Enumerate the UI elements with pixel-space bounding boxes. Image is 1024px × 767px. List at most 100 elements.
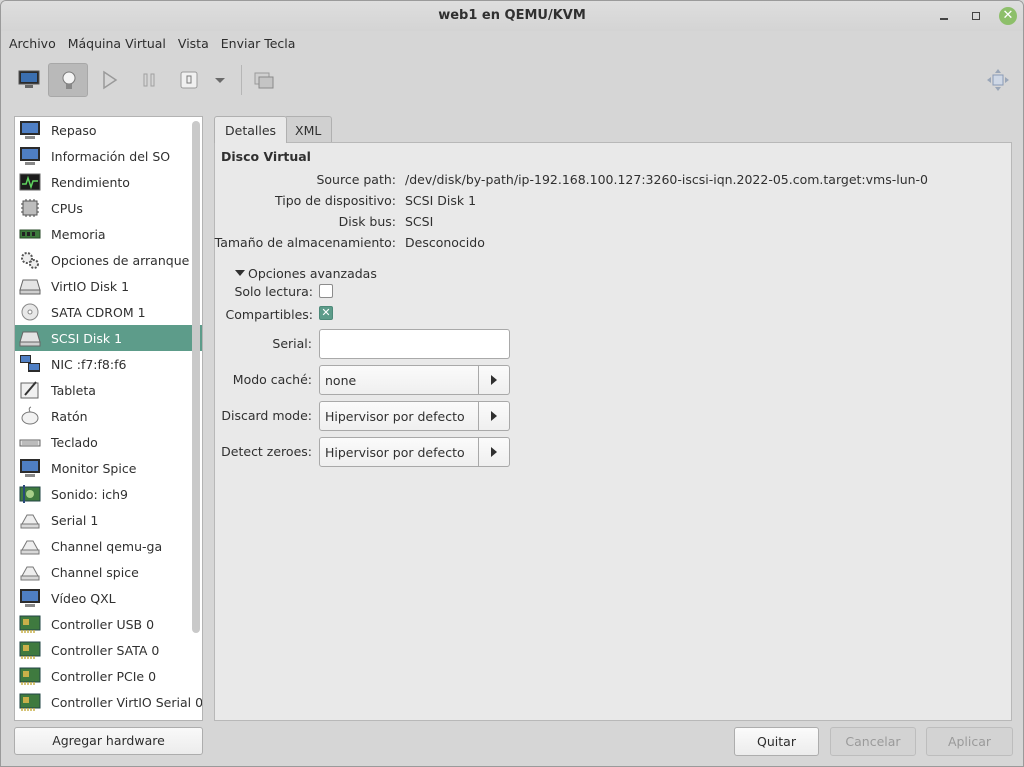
list-item-label: SCSI Disk 1 bbox=[51, 330, 123, 346]
minimize-button[interactable] bbox=[935, 7, 953, 25]
list-item-repaso[interactable]: Repaso bbox=[15, 117, 202, 143]
list-item-channel-qemu-ga[interactable]: Channel qemu-ga bbox=[15, 533, 202, 559]
monitor-icon bbox=[19, 458, 41, 478]
tab-xml[interactable]: XML bbox=[284, 116, 333, 143]
discard-mode-label: Discard mode: bbox=[221, 408, 312, 423]
list-item-video-qxl[interactable]: Vídeo QXL bbox=[15, 585, 202, 611]
list-item-monitor-spice[interactable]: Monitor Spice bbox=[15, 455, 202, 481]
serial-input[interactable] bbox=[319, 329, 510, 359]
discard-mode-dropdown-button[interactable] bbox=[478, 402, 509, 430]
play-icon bbox=[103, 70, 118, 90]
fullscreen-icon bbox=[987, 69, 1009, 91]
list-item-mouse[interactable]: Ratón bbox=[15, 403, 202, 429]
detect-zeroes-select[interactable]: Hipervisor por defecto bbox=[319, 437, 510, 467]
console-button[interactable] bbox=[9, 63, 49, 97]
list-item-label: SATA CDROM 1 bbox=[51, 304, 146, 320]
list-item-label: Memoria bbox=[51, 226, 106, 242]
close-button[interactable]: ✕ bbox=[999, 7, 1017, 25]
discard-mode-select[interactable]: Hipervisor por defecto bbox=[319, 401, 510, 431]
list-item-scsi-disk-1[interactable]: SCSI Disk 1 bbox=[15, 325, 202, 351]
list-scrollbar[interactable] bbox=[192, 121, 200, 633]
cancel-button[interactable]: Cancelar bbox=[830, 727, 916, 756]
list-item-label: Tableta bbox=[51, 382, 96, 398]
detect-zeroes-dropdown-button[interactable] bbox=[478, 438, 509, 466]
list-item-controller-pcie-0[interactable]: Controller PCIe 0 bbox=[15, 663, 202, 689]
list-item-label: Serial 1 bbox=[51, 512, 99, 528]
menu-enviar-tecla[interactable]: Enviar Tecla bbox=[215, 31, 302, 57]
readonly-label: Solo lectura: bbox=[234, 284, 313, 299]
shutdown-button[interactable] bbox=[169, 63, 209, 97]
list-item-label: Controller SATA 0 bbox=[51, 642, 160, 658]
checkmark-icon: ✕ bbox=[321, 306, 331, 319]
shutdown-menu-button[interactable] bbox=[205, 63, 235, 97]
shareable-label: Compartibles: bbox=[225, 307, 313, 322]
list-item-controller-sata-0[interactable]: Controller SATA 0 bbox=[15, 637, 202, 663]
serial-icon bbox=[19, 562, 41, 582]
menu-bar: Archivo Máquina Virtual Vista Enviar Tec… bbox=[1, 31, 1023, 57]
list-item-sata-cdrom-1[interactable]: SATA CDROM 1 bbox=[15, 299, 202, 325]
list-item-controller-virtio-serial-0[interactable]: Controller VirtIO Serial 0 bbox=[15, 689, 202, 715]
dropdown-arrow-icon bbox=[215, 78, 225, 83]
cache-mode-select[interactable]: none bbox=[319, 365, 510, 395]
remove-button[interactable]: Quitar bbox=[734, 727, 819, 756]
source-path-value: /dev/disk/by-path/ip-192.168.100.127:326… bbox=[405, 172, 928, 187]
pause-button[interactable] bbox=[129, 63, 169, 97]
detect-zeroes-value: Hipervisor por defecto bbox=[325, 445, 465, 460]
apply-button[interactable]: Aplicar bbox=[926, 727, 1013, 756]
menu-vista[interactable]: Vista bbox=[172, 31, 215, 57]
hard-disk-icon bbox=[19, 276, 41, 296]
list-item-virtio-disk-1[interactable]: VirtIO Disk 1 bbox=[15, 273, 202, 299]
fullscreen-button[interactable] bbox=[978, 63, 1018, 97]
maximize-icon bbox=[972, 12, 980, 20]
list-item-label: Controller PCIe 0 bbox=[51, 668, 157, 684]
network-icon bbox=[19, 354, 41, 374]
list-item-keyboard[interactable]: Teclado bbox=[15, 429, 202, 455]
device-type-value: SCSI Disk 1 bbox=[405, 193, 477, 208]
list-item-serial-1[interactable]: Serial 1 bbox=[15, 507, 202, 533]
list-item-label: Controller VirtIO Serial 0 bbox=[51, 694, 203, 710]
hard-disk-icon bbox=[19, 328, 41, 348]
serial-icon bbox=[19, 536, 41, 556]
list-item-label: Ratón bbox=[51, 408, 88, 424]
details-button[interactable] bbox=[48, 63, 88, 97]
menu-maquina-virtual[interactable]: Máquina Virtual bbox=[62, 31, 172, 57]
maximize-button[interactable] bbox=[967, 7, 985, 25]
list-item-cpus[interactable]: CPUs bbox=[15, 195, 202, 221]
performance-graph-icon bbox=[19, 172, 41, 192]
snapshots-button[interactable] bbox=[244, 63, 284, 97]
sound-icon bbox=[19, 484, 41, 504]
shareable-checkbox[interactable]: ✕ bbox=[319, 306, 333, 320]
device-type-label: Tipo de dispositivo: bbox=[275, 193, 396, 208]
list-item-boot-options[interactable]: Opciones de arranque bbox=[15, 247, 202, 273]
title-bar[interactable]: web1 en QEMU/KVM ✕ bbox=[1, 1, 1023, 31]
list-item-label: Sonido: ich9 bbox=[51, 486, 128, 502]
storage-size-value: Desconocido bbox=[405, 235, 485, 250]
detect-zeroes-label: Detect zeroes: bbox=[221, 444, 312, 459]
details-panel bbox=[214, 142, 1012, 721]
list-item-channel-spice[interactable]: Channel spice bbox=[15, 559, 202, 585]
list-item-controller-usb-0[interactable]: Controller USB 0 bbox=[15, 611, 202, 637]
disk-bus-value: SCSI bbox=[405, 214, 434, 229]
list-item-label: Opciones de arranque bbox=[51, 252, 190, 268]
cache-mode-dropdown-button[interactable] bbox=[478, 366, 509, 394]
menu-archivo[interactable]: Archivo bbox=[3, 31, 62, 57]
list-item-performance[interactable]: Rendimiento bbox=[15, 169, 202, 195]
chevron-right-icon bbox=[491, 411, 497, 421]
list-item-sound[interactable]: Sonido: ich9 bbox=[15, 481, 202, 507]
tab-detalles[interactable]: Detalles bbox=[214, 116, 288, 143]
list-item-nic[interactable]: NIC :f7:f8:f6 bbox=[15, 351, 202, 377]
pause-icon bbox=[143, 73, 155, 87]
monitor-icon bbox=[19, 146, 41, 166]
list-item-memory[interactable]: Memoria bbox=[15, 221, 202, 247]
chevron-right-icon bbox=[491, 447, 497, 457]
add-hardware-button[interactable]: Agregar hardware bbox=[14, 727, 203, 755]
list-item-label: Información del SO bbox=[51, 148, 171, 164]
list-item-os-info[interactable]: Información del SO bbox=[15, 143, 202, 169]
readonly-checkbox[interactable] bbox=[319, 284, 333, 298]
hardware-list[interactable]: Repaso Información del SO Rendimiento CP… bbox=[14, 116, 203, 721]
advanced-options-label: Opciones avanzadas bbox=[248, 266, 377, 281]
list-item-tablet[interactable]: Tableta bbox=[15, 377, 202, 403]
disk-bus-label: Disk bus: bbox=[338, 214, 396, 229]
advanced-options-expander[interactable]: Opciones avanzadas bbox=[235, 266, 377, 281]
run-button[interactable] bbox=[89, 63, 129, 97]
